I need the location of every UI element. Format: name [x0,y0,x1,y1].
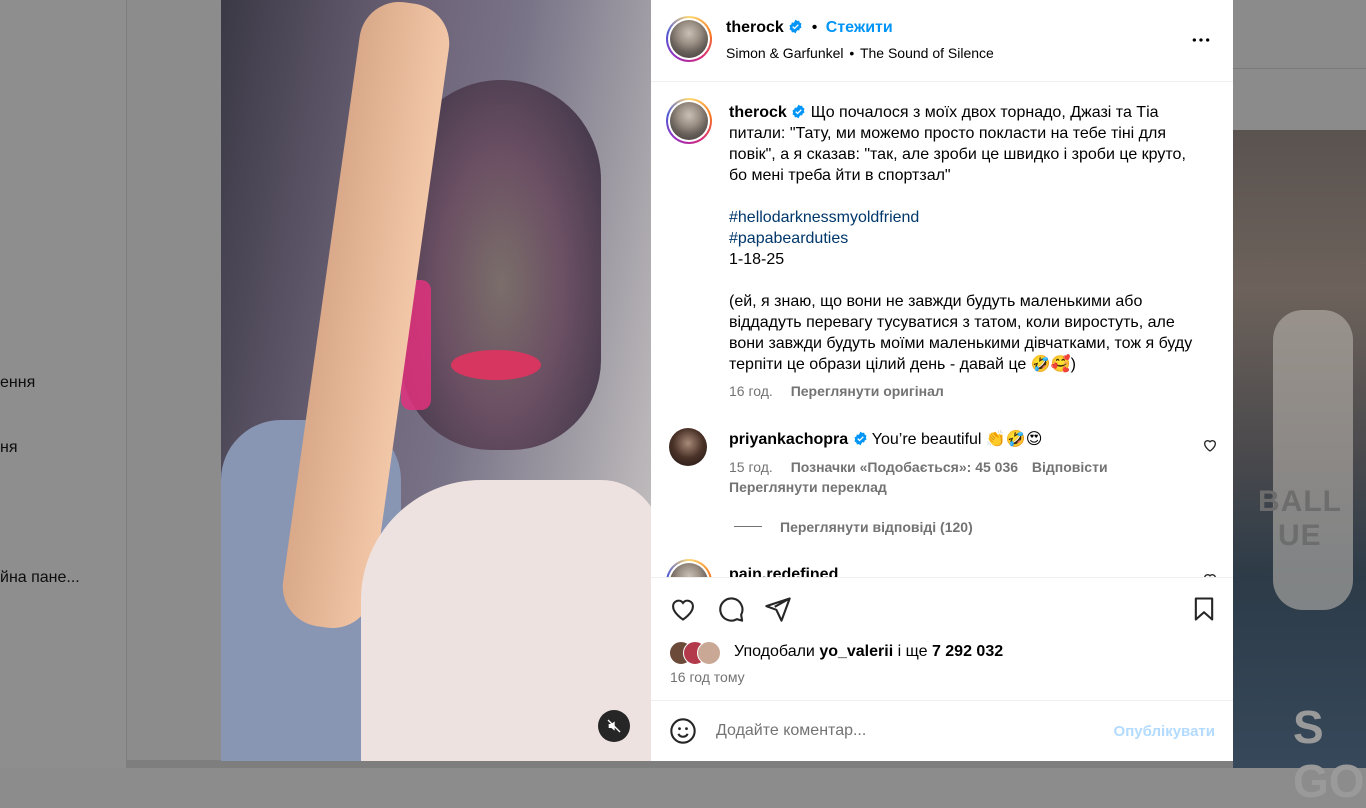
background-thumbnail-shape [1273,310,1353,610]
like-comment-heart-icon[interactable] [1202,437,1218,453]
audio-artist: Simon & Garfunkel [726,45,844,61]
comment-bubble-icon[interactable] [717,595,745,623]
post-comment-button[interactable]: Опублікувати [1114,723,1215,740]
see-translation-label: Переглянути переклад [729,479,887,495]
verified-badge-icon [854,431,867,446]
background-feed: BALL UE S GO [1233,0,1366,807]
verified-badge-icon [789,19,802,34]
caption-body-2: (ей, я знаю, що вони не завжди будуть ма… [729,293,1193,373]
background-thumbnail [1233,130,1366,768]
liked-by-and: і ще [897,643,928,660]
add-comment-bar: Додайте коментар... Опублікувати [651,700,1233,762]
post-video[interactable] [221,0,651,761]
more-options-icon[interactable] [1190,30,1212,50]
comment: pain.redefined [729,566,838,577]
commenter-avatar[interactable] [669,428,707,466]
comment-username[interactable]: priyankachopra [729,431,848,448]
post-details-panel: therock • Стежити Simon & Garfunkel • Th… [651,0,1233,761]
like-heart-icon[interactable] [669,595,697,623]
follow-button[interactable]: Стежити [826,19,893,36]
avatar-image [670,102,708,140]
speaker-muted-icon [607,719,621,733]
liker-avatar [697,641,721,665]
caption-meta: 16 год. Переглянути оригінал [729,383,944,399]
comment-time[interactable]: 15 год. [729,459,773,475]
comment: priyankachopra You’re beautiful 👏🤣😍 [729,429,1179,450]
audio-line[interactable]: Simon & Garfunkel • The Sound of Silence [726,45,994,61]
audio-title: The Sound of Silence [859,45,994,61]
avatar-image [670,20,708,58]
author-line: therock • Стежити [726,19,893,37]
comment-input[interactable]: Додайте коментар... [716,722,866,740]
hashtag-link[interactable]: #hellodarknessmyoldfriend [729,209,919,226]
comment-text: You’re beautiful 👏🤣😍 [871,431,1043,448]
separator-dot: • [811,19,818,36]
hashtag-link[interactable]: #papabearduties [729,230,848,247]
author-username[interactable]: therock [726,19,784,36]
liker-avatars[interactable] [669,641,735,665]
commenter-avatar[interactable] [666,559,712,577]
video-frame-shape [451,350,541,380]
caption-time[interactable]: 16 год. [729,383,773,399]
verified-badge-icon [792,104,805,119]
liked-by-prefix: Уподобали [734,643,815,660]
author-avatar[interactable] [666,16,712,62]
background-thumbnail-text: S GO [1293,701,1365,807]
post-actions: Уподобали yo_valerii і ще 7 292 032 16 г… [651,577,1233,698]
liked-by-user[interactable]: yo_valerii [819,643,893,660]
replies-line [734,526,762,527]
comments-section[interactable]: therock Що почалося з моїх двох торнадо,… [651,82,1233,577]
background-divider [1233,68,1366,69]
likes-count[interactable]: 7 292 032 [932,643,1003,660]
comment-meta: 15 год. Позначки «Подобається»: 45 036 В… [729,459,1108,475]
emoji-icon[interactable] [669,717,697,745]
share-send-icon[interactable] [764,595,792,623]
caption-avatar[interactable] [666,98,712,144]
view-replies-button[interactable]: Переглянути відповіді (120) [780,519,973,535]
background-sidebar-item: ення [0,374,36,391]
caption-date: 1-18-25 [729,251,785,268]
reply-button[interactable]: Відповісти [1032,459,1108,475]
see-translation-button[interactable]: Переглянути переклад [729,479,887,495]
comment-username[interactable]: pain.redefined [729,566,838,577]
comment-likes-link[interactable]: Позначки «Подобається»: 45 036 [791,459,1018,475]
caption-username[interactable]: therock [729,104,787,121]
mute-button[interactable] [598,710,630,742]
background-sidebar-item: йна пане... [0,569,80,586]
background-sidebar-item: ня [0,439,18,456]
likes-summary: Уподобали yo_valerii і ще 7 292 032 [734,643,1003,661]
post-time[interactable]: 16 год тому [670,669,745,685]
background-thumbnail-text: BALL UE [1258,485,1342,552]
separator-dot: • [849,45,855,61]
save-bookmark-icon[interactable] [1190,595,1218,623]
caption: therock Що почалося з моїх двох торнадо,… [729,102,1194,375]
background-sidebar: ення ня йна пане... [0,0,127,768]
view-replies-label: Переглянути відповіді (120) [780,519,973,535]
post-header: therock • Стежити Simon & Garfunkel • Th… [651,0,1233,82]
see-original-button[interactable]: Переглянути оригінал [791,383,944,399]
